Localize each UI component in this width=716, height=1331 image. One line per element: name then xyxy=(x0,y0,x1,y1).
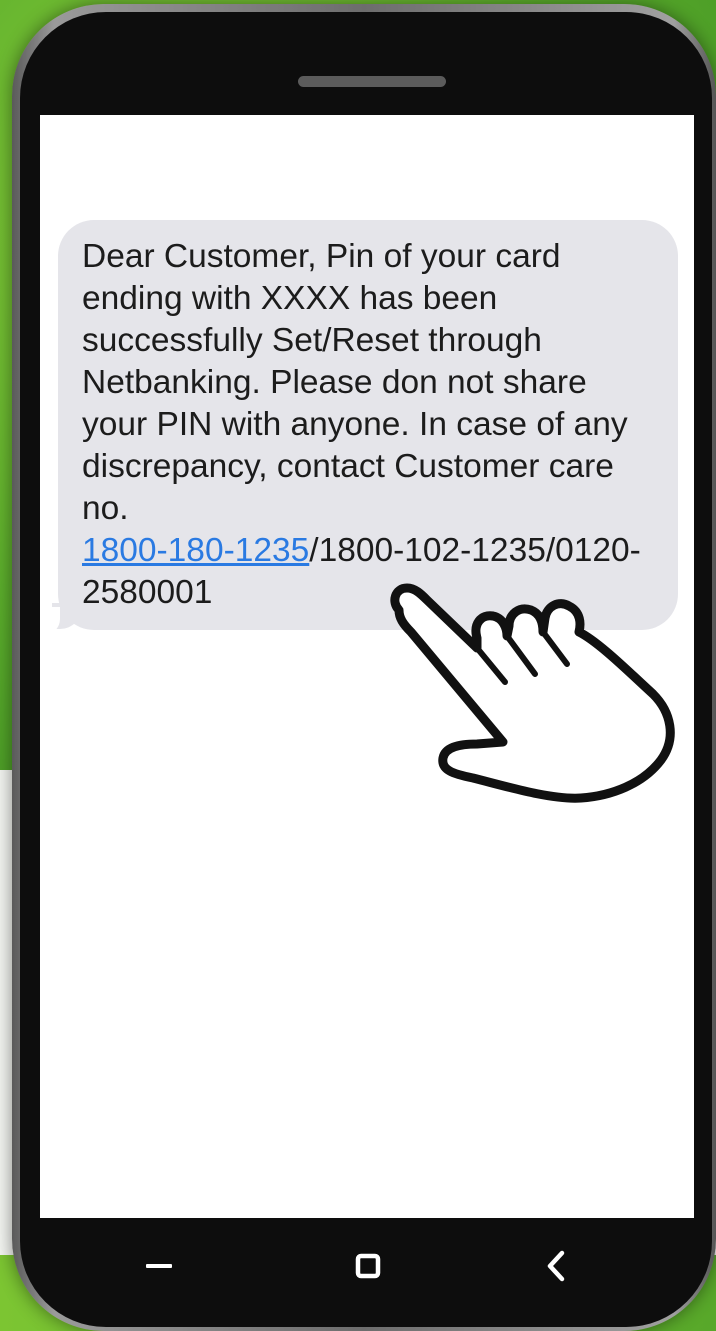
bubble-tail-mask xyxy=(40,607,60,635)
recent-apps-button[interactable] xyxy=(129,1236,189,1296)
navigation-bar xyxy=(40,1218,694,1318)
home-icon xyxy=(355,1253,381,1279)
back-icon xyxy=(547,1250,565,1282)
earpiece-speaker xyxy=(298,76,446,87)
sms-message-text: Dear Customer, Pin of your card ending w… xyxy=(82,238,628,527)
customer-care-number-link[interactable]: 1800-180-1235 xyxy=(82,532,309,569)
hand-pointer-icon xyxy=(385,578,685,808)
back-button[interactable] xyxy=(526,1236,586,1296)
recent-apps-icon xyxy=(146,1264,172,1268)
home-button[interactable] xyxy=(338,1236,398,1296)
sms-message-bubble[interactable]: Dear Customer, Pin of your card ending w… xyxy=(58,220,678,630)
